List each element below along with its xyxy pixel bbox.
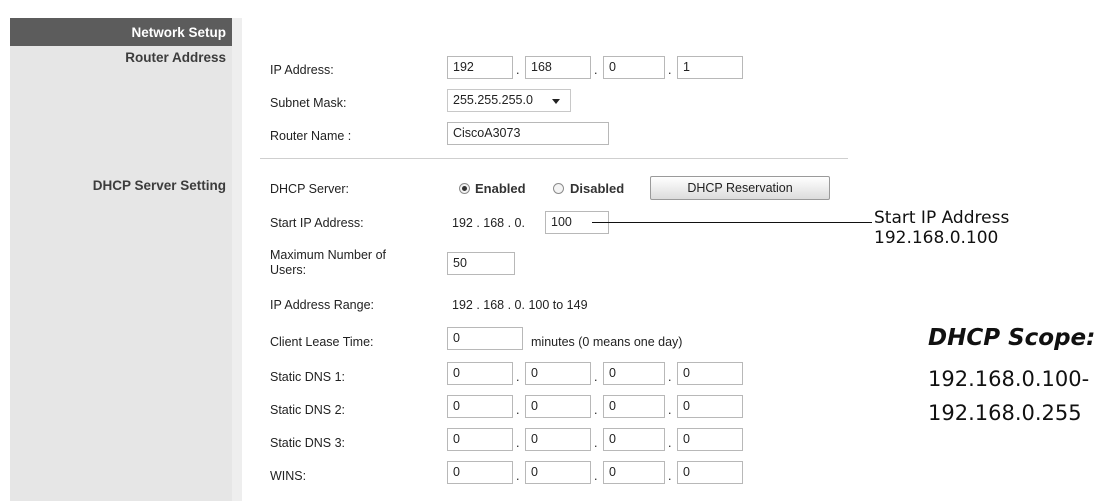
dot-separator: . bbox=[668, 63, 672, 77]
chevron-down-icon bbox=[552, 99, 560, 104]
ip-range-label: IP Address Range: bbox=[270, 298, 375, 312]
ip-octet-1-input[interactable]: 192 bbox=[447, 56, 513, 79]
start-ip-prefix: 192 . 168 . 0. bbox=[452, 216, 525, 230]
max-users-label: Maximum Number of Users: bbox=[270, 248, 386, 277]
dns3-octet-2-input[interactable]: 0 bbox=[525, 428, 591, 451]
dot-separator: . bbox=[516, 63, 520, 77]
section-title: Network Setup bbox=[131, 25, 226, 40]
dhcp-scope-end: 192.168.0.255 bbox=[928, 401, 1082, 425]
dot-separator: . bbox=[594, 469, 598, 483]
dhcp-scope-title: DHCP Scope: bbox=[928, 325, 1096, 351]
router-name-input[interactable]: CiscoA3073 bbox=[447, 122, 609, 145]
dot-separator: . bbox=[516, 370, 520, 384]
section-divider bbox=[260, 158, 848, 159]
dns2-octet-3-input[interactable]: 0 bbox=[603, 395, 665, 418]
ip-address-label: IP Address: bbox=[270, 63, 334, 77]
dhcp-server-label: DHCP Server: bbox=[270, 182, 349, 196]
dot-separator: . bbox=[516, 436, 520, 450]
ip-octet-2-input[interactable]: 168 bbox=[525, 56, 591, 79]
dot-separator: . bbox=[668, 403, 672, 417]
dns2-octet-4-input[interactable]: 0 bbox=[677, 395, 743, 418]
dns3-octet-3-input[interactable]: 0 bbox=[603, 428, 665, 451]
lease-time-input[interactable]: 0 bbox=[447, 327, 523, 350]
wins-octet-1-input[interactable]: 0 bbox=[447, 461, 513, 484]
dhcp-disabled-radio[interactable] bbox=[553, 183, 564, 194]
dns2-octet-2-input[interactable]: 0 bbox=[525, 395, 591, 418]
dot-separator: . bbox=[668, 370, 672, 384]
dhcp-reservation-button[interactable]: DHCP Reservation bbox=[650, 176, 830, 200]
ip-octet-4-input[interactable]: 1 bbox=[677, 56, 743, 79]
dot-separator: . bbox=[594, 63, 598, 77]
dns1-octet-3-input[interactable]: 0 bbox=[603, 362, 665, 385]
dns1-octet-4-input[interactable]: 0 bbox=[677, 362, 743, 385]
wins-octet-2-input[interactable]: 0 bbox=[525, 461, 591, 484]
ip-range-value: 192 . 168 . 0. 100 to 149 bbox=[452, 298, 588, 312]
lease-time-note: minutes (0 means one day) bbox=[531, 335, 683, 349]
callout-line bbox=[592, 222, 872, 223]
dhcp-server-setting-heading: DHCP Server Setting bbox=[92, 178, 226, 193]
dot-separator: . bbox=[668, 469, 672, 483]
sidebar-edge bbox=[232, 18, 242, 501]
dns2-octet-1-input[interactable]: 0 bbox=[447, 395, 513, 418]
wins-label: WINS: bbox=[270, 469, 307, 483]
dot-separator: . bbox=[516, 403, 520, 417]
subnet-mask-value: 255.255.255.0 bbox=[453, 93, 533, 107]
static-dns-3-label: Static DNS 3: bbox=[270, 436, 346, 450]
wins-octet-4-input[interactable]: 0 bbox=[677, 461, 743, 484]
dot-separator: . bbox=[594, 403, 598, 417]
max-users-input[interactable]: 50 bbox=[447, 252, 515, 275]
dns1-octet-1-input[interactable]: 0 bbox=[447, 362, 513, 385]
router-name-label: Router Name : bbox=[270, 129, 352, 143]
dot-separator: . bbox=[594, 436, 598, 450]
start-ip-label: Start IP Address: bbox=[270, 216, 364, 230]
callout-title: Start IP Address bbox=[874, 208, 1010, 228]
sidebar-header: Network Setup bbox=[10, 18, 232, 46]
ip-octet-3-input: 0 bbox=[603, 56, 665, 79]
dhcp-enabled-radio[interactable] bbox=[459, 183, 470, 194]
static-dns-2-label: Static DNS 2: bbox=[270, 403, 346, 417]
dns1-octet-2-input[interactable]: 0 bbox=[525, 362, 591, 385]
dhcp-disabled-label: Disabled bbox=[570, 181, 625, 196]
subnet-mask-select[interactable]: 255.255.255.0 bbox=[447, 89, 571, 112]
sidebar: Network Setup Router Address DHCP Server… bbox=[10, 18, 232, 501]
dhcp-scope-start: 192.168.0.100- bbox=[928, 367, 1090, 391]
dot-separator: . bbox=[668, 436, 672, 450]
subnet-mask-label: Subnet Mask: bbox=[270, 96, 347, 110]
client-lease-time-label: Client Lease Time: bbox=[270, 335, 374, 349]
router-address-heading: Router Address bbox=[125, 50, 226, 65]
dhcp-enabled-label: Enabled bbox=[475, 181, 526, 196]
dot-separator: . bbox=[516, 469, 520, 483]
dns3-octet-4-input[interactable]: 0 bbox=[677, 428, 743, 451]
static-dns-1-label: Static DNS 1: bbox=[270, 370, 346, 384]
wins-octet-3-input[interactable]: 0 bbox=[603, 461, 665, 484]
dns3-octet-1-input[interactable]: 0 bbox=[447, 428, 513, 451]
dot-separator: . bbox=[594, 370, 598, 384]
callout-value: 192.168.0.100 bbox=[874, 228, 999, 248]
